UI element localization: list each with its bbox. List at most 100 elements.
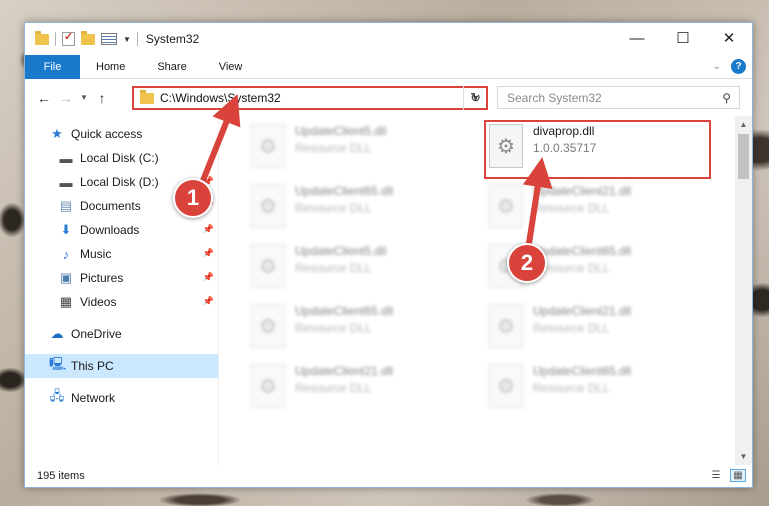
nav-videos[interactable]: ▦ Videos 📌	[25, 290, 218, 314]
nav-label: Local Disk (C:)	[80, 151, 159, 165]
file-description: Resource DLL	[295, 261, 372, 275]
file-name: UpdateClient5.dll	[295, 124, 387, 138]
highlight-box-file	[484, 120, 711, 179]
file-item[interactable]: UpdateClient5.dll Resource DLL	[247, 120, 473, 178]
file-description: Resource DLL	[295, 321, 372, 335]
dll-file-icon	[489, 304, 523, 348]
file-description: Resource DLL	[533, 201, 610, 215]
item-count: 195 items	[37, 470, 85, 482]
details-view-icon[interactable]: ☰	[708, 469, 724, 482]
large-icons-view-icon[interactable]: ▦	[730, 469, 746, 482]
file-description: Resource DLL	[533, 321, 610, 335]
vertical-scrollbar[interactable]: ▲ ▼	[735, 116, 752, 465]
file-item[interactable]: UpdateClient65.dll Resource DLL	[247, 300, 473, 358]
download-icon: ⬇	[60, 222, 72, 237]
file-description: Resource DLL	[295, 141, 372, 155]
file-description: Resource DLL	[295, 381, 372, 395]
cloud-icon: ☁	[50, 326, 64, 341]
maximize-button[interactable]: ☐	[660, 23, 706, 53]
search-input[interactable]: Search System32 ⚲	[497, 86, 740, 109]
star-icon: ★	[51, 126, 63, 141]
nav-label: Documents	[80, 199, 141, 213]
dll-file-icon	[489, 184, 523, 228]
pin-icon[interactable]: 📌	[203, 296, 214, 307]
nav-label: Pictures	[80, 271, 124, 285]
ribbon-tabs: File Home Share View ⌄ ?	[25, 54, 752, 79]
drive-icon: ▬	[59, 150, 73, 166]
ribbon-right-controls: ⌄ ?	[713, 59, 746, 74]
tab-file[interactable]: File	[25, 54, 80, 79]
nav-music[interactable]: ♪ Music 📌	[25, 242, 218, 266]
new-folder-icon[interactable]	[81, 30, 95, 45]
nav-pictures[interactable]: ▣ Pictures 📌	[25, 266, 218, 290]
pin-icon[interactable]: 📌	[203, 224, 214, 235]
file-item[interactable]: UpdateClient65.dll Resource DLL	[247, 180, 473, 238]
view-toggle: ☰ ▦	[708, 469, 746, 482]
nav-quick-access[interactable]: ★ Quick access	[25, 122, 218, 146]
expand-ribbon-icon[interactable]: ⌄	[713, 61, 721, 72]
file-item[interactable]: UpdateClient21.dll Resource DLL	[485, 180, 711, 238]
file-name: UpdateClient21.dll	[295, 364, 394, 378]
pin-icon[interactable]: 📌	[203, 272, 214, 283]
folder-icon	[140, 89, 154, 104]
file-name: UpdateClient21.dll	[533, 304, 632, 318]
music-icon: ♪	[62, 246, 70, 262]
nav-network[interactable]: 🖧 Network	[25, 386, 218, 410]
help-icon[interactable]: ?	[731, 59, 746, 74]
tab-home[interactable]: Home	[80, 55, 141, 79]
tab-view[interactable]: View	[203, 55, 259, 79]
file-item[interactable]: UpdateClient21.dll Resource DLL	[247, 360, 473, 418]
file-list: UpdateClient5.dllResource DLL divaprop.d…	[219, 116, 752, 465]
file-name: UpdateClient21.dll	[533, 184, 632, 198]
forward-arrow-icon[interactable]: →	[55, 90, 77, 106]
nav-label: This PC	[71, 359, 114, 373]
dll-file-icon	[251, 124, 285, 168]
video-icon: ▦	[59, 294, 73, 309]
dll-file-icon	[489, 364, 523, 408]
nav-label: Network	[71, 391, 116, 405]
properties-icon[interactable]	[62, 30, 75, 46]
file-item[interactable]: UpdateClient65.dll Resource DLL	[485, 360, 711, 418]
nav-local-disk-c[interactable]: ▬ Local Disk (C:)	[25, 146, 218, 170]
refresh-icon[interactable]: ↻	[463, 86, 487, 110]
nav-label: Videos	[80, 295, 117, 309]
window-controls: — ☐ ✕	[614, 23, 752, 53]
nav-label: Local Disk (D:)	[80, 175, 159, 189]
pin-icon[interactable]: 📌	[203, 248, 214, 259]
scrollbar-thumb[interactable]	[738, 134, 749, 179]
customize-dropdown-icon[interactable]: ▼	[123, 35, 131, 44]
scroll-down-icon[interactable]: ▼	[735, 448, 752, 465]
nav-onedrive[interactable]: ☁ OneDrive	[25, 322, 218, 346]
scroll-up-icon[interactable]: ▲	[735, 116, 752, 133]
recent-locations-icon[interactable]: ▼	[77, 93, 91, 102]
file-description: Resource DLL	[533, 381, 610, 395]
file-name: UpdateClient65.dll	[533, 244, 632, 258]
view-menu-icon[interactable]	[101, 33, 117, 45]
toolbar-separator	[55, 32, 56, 46]
main-content: ★ Quick access ▬ Local Disk (C:) ▬ Local…	[25, 116, 752, 465]
dll-file-icon	[251, 244, 285, 288]
file-explorer-window: ▼ System32 — ☐ ✕ File Home Share View ⌄ …	[24, 22, 753, 488]
back-arrow-icon[interactable]: ←	[33, 90, 55, 106]
file-name: UpdateClient65.dll	[533, 364, 632, 378]
nav-label: Quick access	[71, 127, 143, 141]
tab-share[interactable]: Share	[141, 55, 202, 79]
pictures-icon: ▣	[59, 270, 73, 285]
dll-file-icon	[251, 304, 285, 348]
file-item[interactable]: UpdateClient5.dll Resource DLL	[247, 240, 473, 298]
file-item[interactable]: UpdateClient21.dll Resource DLL	[485, 300, 711, 358]
nav-label: OneDrive	[71, 327, 122, 341]
nav-this-pc[interactable]: 🖳 This PC	[25, 354, 218, 378]
minimize-button[interactable]: —	[614, 23, 660, 53]
address-bar[interactable]: C:\Windows\System32 ▼	[132, 86, 488, 110]
computer-icon: 🖳	[49, 356, 67, 371]
file-name: UpdateClient65.dll	[295, 304, 394, 318]
up-arrow-icon[interactable]: ↑	[91, 90, 113, 106]
nav-downloads[interactable]: ⬇ Downloads 📌	[25, 218, 218, 242]
window-title: System32	[145, 32, 200, 46]
toolbar-separator	[136, 32, 138, 46]
quick-access-toolbar: ▼	[25, 30, 138, 46]
address-path[interactable]: C:\Windows\System32	[160, 91, 471, 105]
search-icon[interactable]: ⚲	[722, 91, 731, 105]
close-button[interactable]: ✕	[706, 23, 752, 53]
